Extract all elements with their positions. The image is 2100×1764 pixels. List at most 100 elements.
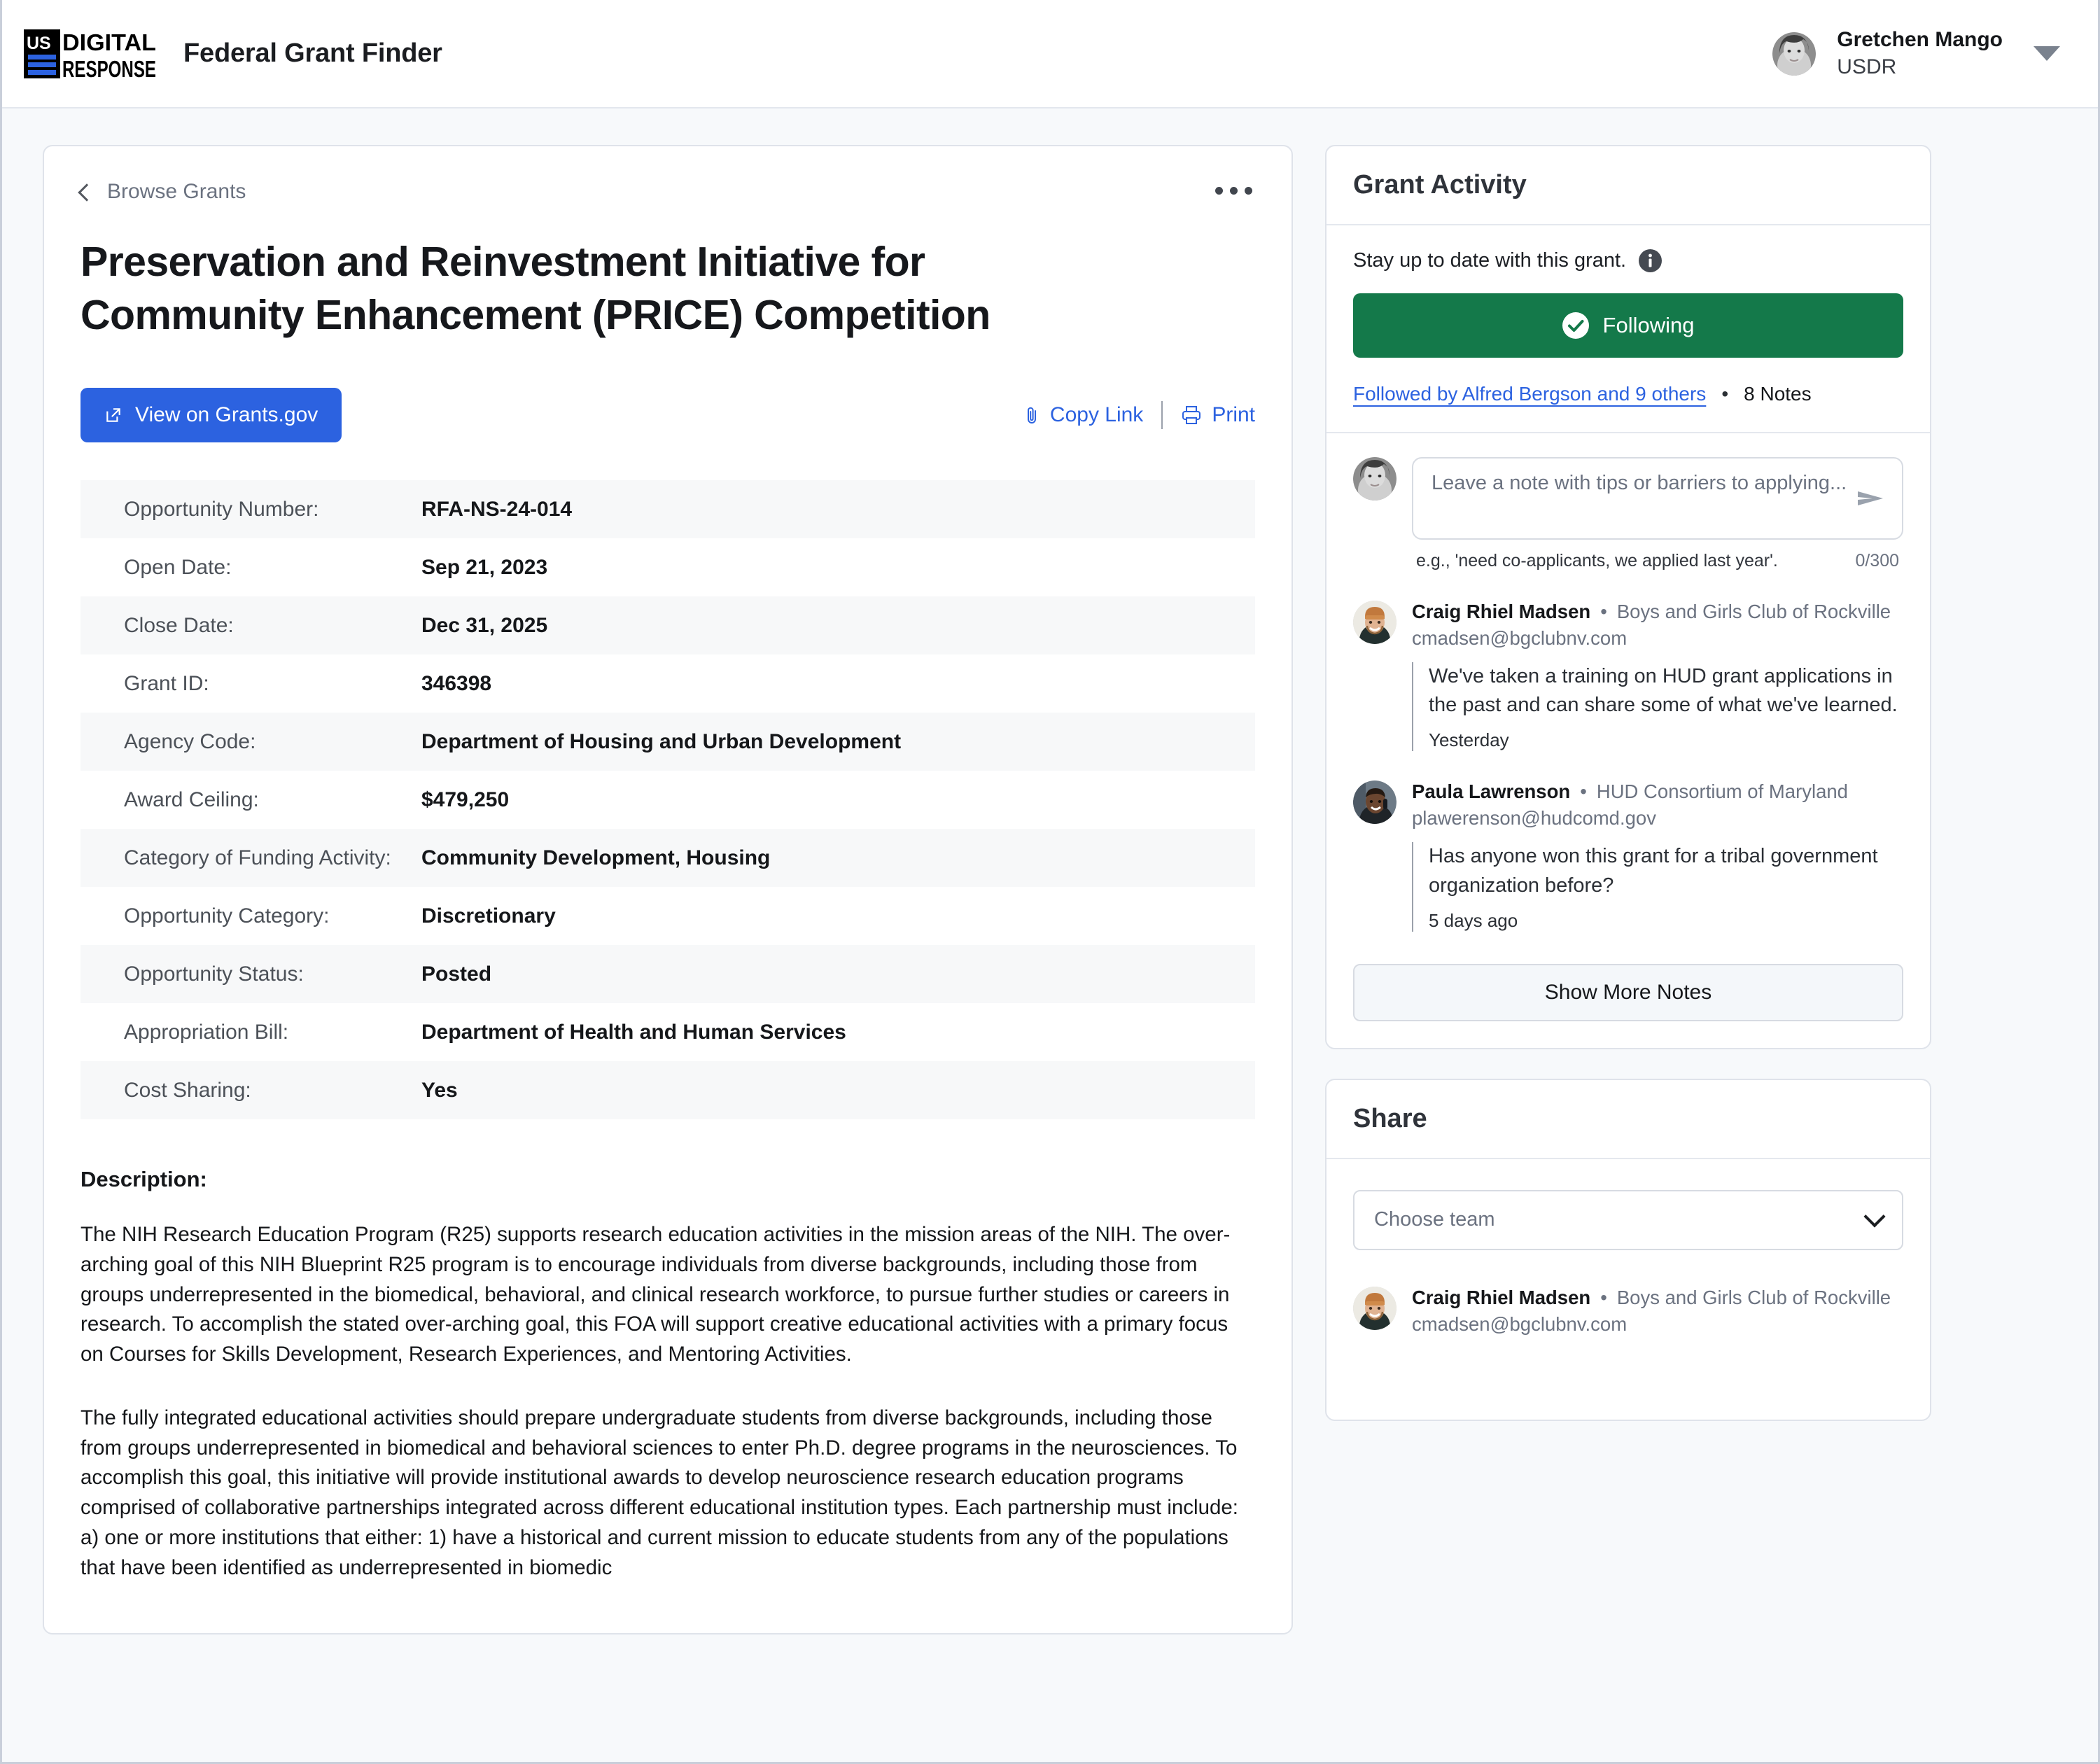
detail-value: $479,250 (421, 788, 510, 811)
note-timestamp: Yesterday (1429, 729, 1509, 751)
detail-value: Posted (421, 962, 492, 986)
note-body: Craig Rhiel Madsen • Boys and Girls Club… (1412, 601, 1903, 752)
grant-activity-body: Stay up to date with this grant. Followi… (1326, 225, 1930, 432)
choose-team-select[interactable]: Choose team (1353, 1189, 1903, 1250)
table-row: Cost Sharing: Yes (80, 1061, 1255, 1120)
note-email: cmadsen@bgclubnv.com (1412, 627, 1628, 649)
breadcrumb-label: Browse Grants (107, 180, 246, 203)
app-title: Federal Grant Finder (183, 38, 442, 68)
detail-value: RFA-NS-24-014 (421, 497, 573, 521)
following-button[interactable]: Following (1353, 293, 1903, 358)
chevron-left-icon (78, 183, 96, 202)
separator-dot: • (1600, 1286, 1607, 1308)
composer-footer: e.g., 'need co-applicants, we applied la… (1412, 551, 1903, 571)
paperclip-icon (1027, 407, 1036, 424)
send-icon[interactable] (1856, 487, 1885, 510)
chevron-down-icon[interactable] (2033, 46, 2060, 61)
note-input[interactable] (1432, 470, 1847, 527)
secondary-actions: Copy Link Print (1023, 401, 1255, 430)
note-text: We've taken a training on HUD grant appl… (1429, 665, 1898, 717)
detail-key: Open Date: (124, 555, 232, 579)
table-row: Appropriation Bill: Department of Health… (80, 1003, 1255, 1061)
following-label: Following (1602, 313, 1695, 337)
user-org: USDR (1837, 55, 1897, 78)
app-header: US DIGITAL RESPONSE Federal Grant Finder (2, 0, 2098, 108)
detail-value: Community Development, Housing (421, 846, 771, 869)
avatar (1353, 1286, 1396, 1330)
detail-key: Grant ID: (124, 671, 209, 695)
stay-up-to-date-row: Stay up to date with this grant. (1353, 249, 1903, 272)
detail-key: Close Date: (124, 613, 234, 637)
svg-text:RESPONSE: RESPONSE (62, 56, 156, 80)
description-heading: Description: (80, 1167, 207, 1192)
detail-key: Agency Code: (124, 729, 256, 753)
avatar (1353, 457, 1396, 500)
app-window: US DIGITAL RESPONSE Federal Grant Finder (0, 0, 2100, 1764)
table-row: Award Ceiling: $479,250 (80, 771, 1255, 829)
list-item: Craig Rhiel Madsen • Boys and Girls Club… (1353, 601, 1903, 752)
list-item: Paula Lawrenson • HUD Consortium of Mary… (1353, 780, 1903, 932)
note-org: Boys and Girls Club of Rockville (1616, 601, 1891, 622)
detail-value: Dec 31, 2025 (421, 613, 548, 637)
printer-icon (1182, 406, 1201, 425)
note-input-wrapper (1412, 457, 1903, 540)
detail-key: Award Ceiling: (124, 788, 259, 811)
separator-dot: • (1600, 601, 1607, 622)
info-icon[interactable] (1639, 249, 1662, 272)
external-link-icon (106, 408, 120, 422)
more-options-icon[interactable] (1212, 180, 1255, 202)
view-on-grants-gov-label: View on Grants.gov (135, 403, 318, 427)
avatar (1353, 780, 1396, 825)
character-counter: 0/300 (1855, 551, 1899, 570)
note-timestamp: 5 days ago (1429, 909, 1518, 931)
print-label: Print (1212, 403, 1255, 427)
action-divider (1161, 401, 1163, 430)
followed-by-row: Followed by Alfred Bergson and 9 others … (1353, 383, 1903, 405)
grant-activity-panel: Grant Activity Stay up to date with this… (1325, 145, 1931, 1049)
notes-count: 8 Notes (1744, 383, 1812, 405)
separator-dot: • (1721, 383, 1729, 405)
note-body: Paula Lawrenson • HUD Consortium of Mary… (1412, 780, 1903, 932)
table-row: Agency Code: Department of Housing and U… (80, 713, 1255, 771)
action-bar: View on Grants.gov Copy Link Print (80, 388, 1255, 443)
brand-block: US DIGITAL RESPONSE Federal Grant Finder (23, 28, 442, 80)
breadcrumb-browse-grants[interactable]: Browse Grants (78, 180, 246, 204)
detail-key: Appropriation Bill: (124, 1020, 289, 1044)
notes-section: e.g., 'need co-applicants, we applied la… (1326, 433, 1930, 1048)
table-row: Close Date: Dec 31, 2025 (80, 596, 1255, 655)
note-quote: We've taken a training on HUD grant appl… (1412, 662, 1903, 752)
stay-up-to-date-label: Stay up to date with this grant. (1353, 249, 1627, 272)
table-row: Grant ID: 346398 (80, 654, 1255, 713)
shared-with-item: Craig Rhiel Madsen • Boys and Girls Club… (1353, 1286, 1903, 1336)
copy-link-button[interactable]: Copy Link (1023, 403, 1143, 427)
share-title: Share (1326, 1080, 1930, 1159)
choose-team-label: Choose team (1374, 1208, 1495, 1231)
usdr-logo: US DIGITAL RESPONSE (24, 29, 156, 80)
followed-by-link[interactable]: Followed by Alfred Bergson and 9 others (1353, 383, 1706, 405)
detail-key: Category of Funding Activity: (124, 846, 391, 869)
composer-main: e.g., 'need co-applicants, we applied la… (1412, 457, 1903, 571)
show-more-notes-button[interactable]: Show More Notes (1353, 963, 1903, 1021)
shared-person-org: Boys and Girls Club of Rockville (1616, 1286, 1891, 1308)
detail-value: Sep 21, 2023 (421, 555, 548, 579)
description-paragraph: The fully integrated educational activit… (80, 1406, 1239, 1579)
user-menu[interactable]: Gretchen Mango USDR (1772, 27, 2067, 80)
user-info: Gretchen Mango USDR (1837, 27, 2003, 80)
breadcrumb-row: Browse Grants (78, 180, 1255, 204)
view-on-grants-gov-button[interactable]: View on Grants.gov (80, 388, 342, 443)
detail-key: Cost Sharing: (124, 1078, 251, 1102)
note-author: Craig Rhiel Madsen (1412, 601, 1591, 622)
detail-value: Discretionary (421, 904, 556, 927)
table-row: Opportunity Number: RFA-NS-24-014 (80, 480, 1255, 539)
sidebar: Grant Activity Stay up to date with this… (1325, 145, 1931, 1421)
shared-person-body: Craig Rhiel Madsen • Boys and Girls Club… (1412, 1287, 1903, 1336)
page-title: Preservation and Reinvestment Initiative… (80, 239, 990, 338)
note-email: plawerenson@hudcomd.gov (1412, 807, 1656, 830)
grant-activity-title: Grant Activity (1326, 146, 1930, 225)
table-row: Category of Funding Activity: Community … (80, 829, 1255, 888)
detail-value: Yes (421, 1078, 458, 1102)
avatar (1353, 601, 1396, 644)
table-row: Open Date: Sep 21, 2023 (80, 538, 1255, 596)
shared-person-header: Craig Rhiel Madsen • Boys and Girls Club… (1412, 1287, 1903, 1309)
print-button[interactable]: Print (1181, 403, 1255, 427)
